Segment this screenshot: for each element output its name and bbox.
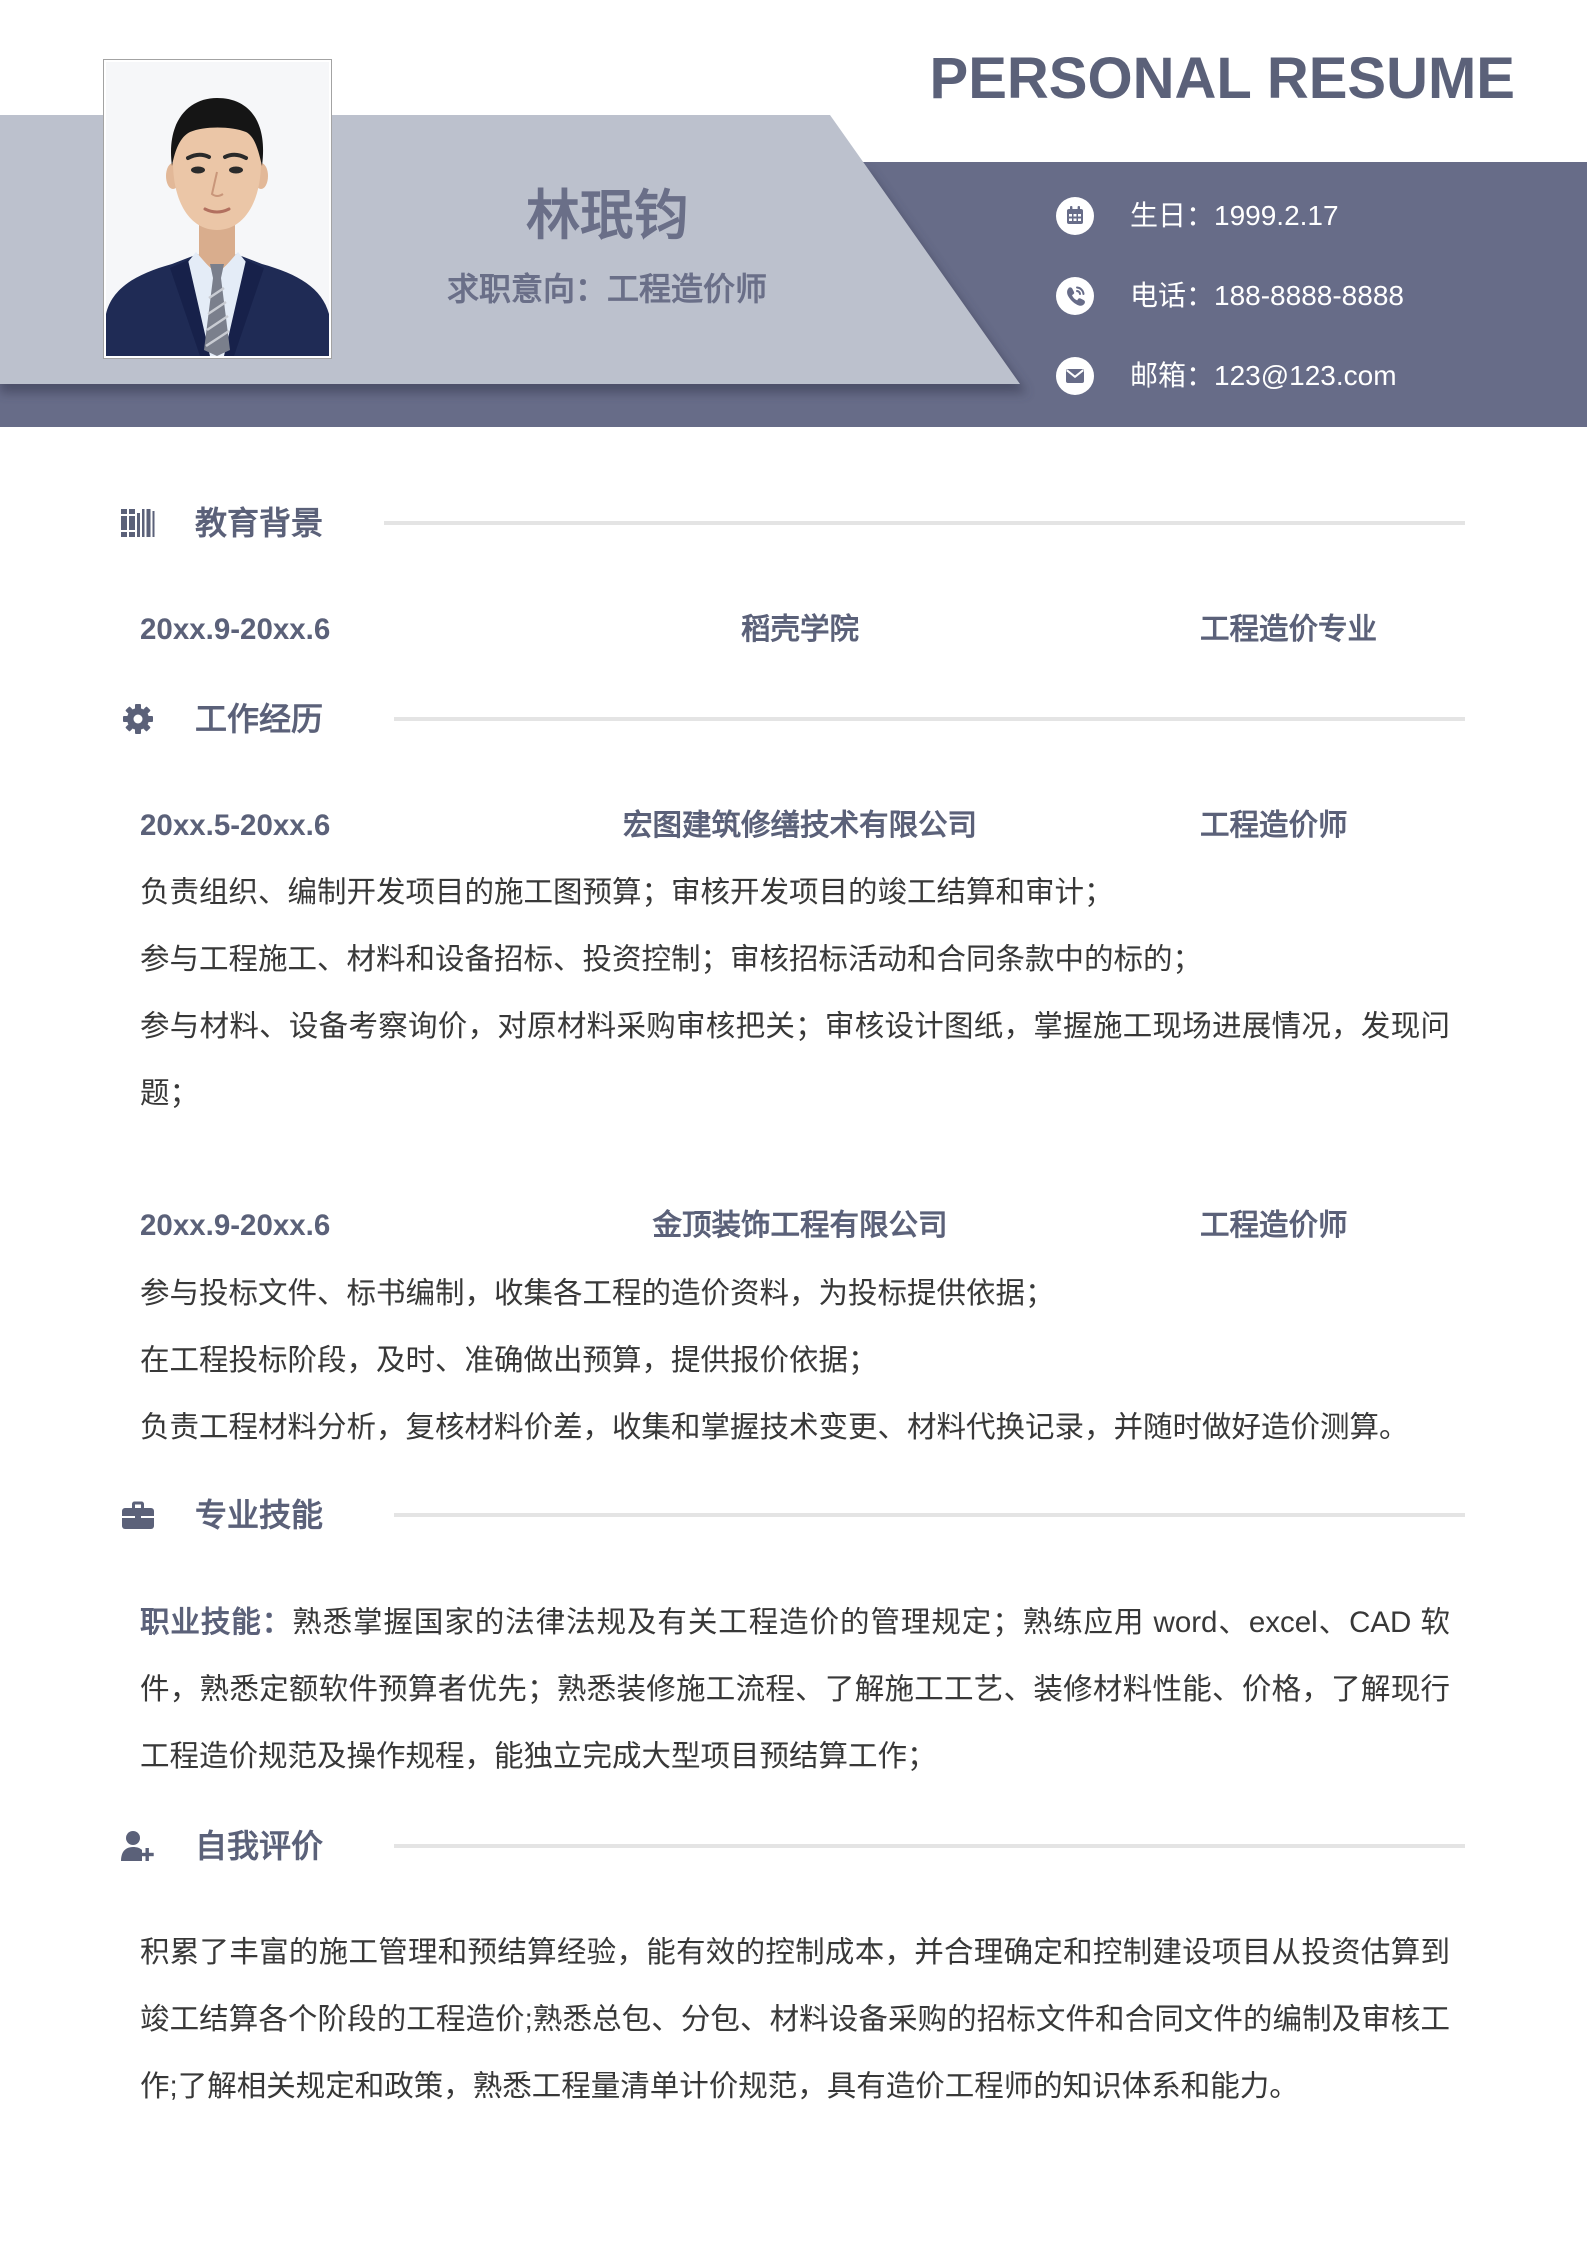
contact-label: 电话： bbox=[1130, 280, 1215, 311]
duty-item: 在工程投标阶段，及时、准确做出预算，提供报价依据； bbox=[140, 1343, 878, 1377]
skills-paragraph: 职业技能：熟悉掌握国家的法律法规及有关工程造价的管理规定；熟练应用 word、e… bbox=[140, 1589, 1450, 1790]
work-duties: 负责组织、编制开发项目的施工图预算；审核开发项目的竣工结算和审计； 参与工程施工… bbox=[0, 859, 1587, 1127]
portrait-eye-left bbox=[191, 166, 205, 174]
section-divider bbox=[394, 717, 1465, 721]
section-divider bbox=[394, 1844, 1465, 1848]
skills-label: 职业技能： bbox=[140, 1605, 293, 1639]
entry-period: 20xx.9-20xx.6 bbox=[140, 613, 331, 646]
gear-icon bbox=[120, 702, 156, 736]
major-name: 工程造价专业 bbox=[1200, 613, 1378, 646]
section-divider bbox=[384, 521, 1465, 525]
resume-page: PERSONAL RESUME 林珉钧 求职意向：工程造价师 生日：1999.2… bbox=[0, 0, 1587, 2245]
section-title: 自我评价 bbox=[195, 1828, 324, 1864]
briefcase-icon bbox=[120, 1498, 156, 1532]
skills-text: 熟悉掌握国家的法律法规及有关工程造价的管理规定；熟练应用 word、excel、… bbox=[140, 1605, 1450, 1773]
contact-phone: 电话：188-8888-8888 bbox=[1056, 276, 1476, 316]
company-name: 宏图建筑修缮技术有限公司 bbox=[622, 809, 977, 842]
contact-text: 邮箱：123@123.com bbox=[1130, 356, 1397, 396]
section-title: 教育背景 bbox=[195, 505, 324, 541]
contact-email: 邮箱：123@123.com bbox=[1056, 356, 1476, 396]
books-icon bbox=[120, 506, 156, 540]
duty-item: 参与材料、设备考察询价，对原材料采购审核把关；审核设计图纸，掌握施工现场进展情况… bbox=[140, 1009, 1450, 1110]
duty-item: 负责工程材料分析，复核材料价差，收集和掌握技术变更、材料代换记录，并随时做好造价… bbox=[140, 1410, 1409, 1444]
contact-birthday: 生日：1999.2.17 bbox=[1056, 196, 1476, 236]
resume-body: 教育背景 20xx.9-20xx.6 稻壳学院 工程造价专业 工作经历 20xx… bbox=[0, 495, 1587, 2120]
contact-value: 123@123.com bbox=[1214, 360, 1397, 391]
portrait-illustration bbox=[106, 62, 329, 356]
section-header-work: 工作经历 bbox=[0, 691, 1587, 747]
phone-icon bbox=[1056, 277, 1094, 315]
company-name: 金顶装饰工程有限公司 bbox=[652, 1209, 948, 1242]
section-title: 工作经历 bbox=[195, 701, 324, 737]
work-duties: 参与投标文件、标书编制，收集各工程的造价资料，为投标提供依据； 在工程投标阶段，… bbox=[0, 1260, 1587, 1461]
resume-title: PERSONAL RESUME bbox=[929, 46, 1515, 111]
profile-photo bbox=[103, 59, 332, 359]
work-entry-header: 20xx.9-20xx.6 金顶装饰工程有限公司 工程造价师 bbox=[0, 1197, 1587, 1255]
contact-label: 生日： bbox=[1130, 200, 1215, 231]
calendar-icon bbox=[1056, 197, 1094, 235]
job-objective: 求职意向：工程造价师 bbox=[446, 271, 767, 307]
self-evaluation-paragraph: 积累了丰富的施工管理和预结算经验，能有效的控制成本，并合理确定和控制建设项目从投… bbox=[140, 1935, 1450, 2103]
duty-item: 参与工程施工、材料和设备招标、投资控制；审核招标活动和合同条款中的标的； bbox=[140, 942, 1203, 976]
job-position: 工程造价师 bbox=[1200, 809, 1348, 842]
email-icon bbox=[1056, 357, 1094, 395]
contact-label: 邮箱： bbox=[1130, 360, 1215, 391]
duty-item: 负责组织、编制开发项目的施工图预算；审核开发项目的竣工结算和审计； bbox=[140, 875, 1114, 909]
work-entry-header: 20xx.5-20xx.6 宏图建筑修缮技术有限公司 工程造价师 bbox=[0, 797, 1587, 855]
contact-value: 188-8888-8888 bbox=[1214, 280, 1404, 311]
section-divider bbox=[394, 1513, 1465, 1517]
duty-item: 参与投标文件、标书编制，收集各工程的造价资料，为投标提供依据； bbox=[140, 1276, 1055, 1310]
school-name: 稻壳学院 bbox=[740, 613, 859, 646]
candidate-name: 林珉钧 bbox=[526, 186, 688, 246]
section-header-education: 教育背景 bbox=[0, 495, 1587, 551]
education-entry: 20xx.9-20xx.6 稻壳学院 工程造价专业 bbox=[0, 601, 1587, 659]
contact-text: 电话：188-8888-8888 bbox=[1130, 276, 1404, 316]
entry-period: 20xx.9-20xx.6 bbox=[140, 1209, 331, 1242]
section-title: 专业技能 bbox=[195, 1497, 324, 1533]
section-header-self-evaluation: 自我评价 bbox=[0, 1818, 1587, 1874]
contact-text: 生日：1999.2.17 bbox=[1130, 196, 1339, 236]
portrait-eye-right bbox=[229, 166, 243, 174]
entry-period: 20xx.5-20xx.6 bbox=[140, 809, 331, 842]
job-position: 工程造价师 bbox=[1200, 1209, 1348, 1242]
user-plus-icon bbox=[120, 1829, 156, 1863]
section-header-skills: 专业技能 bbox=[0, 1487, 1587, 1543]
contact-value: 1999.2.17 bbox=[1214, 200, 1339, 231]
